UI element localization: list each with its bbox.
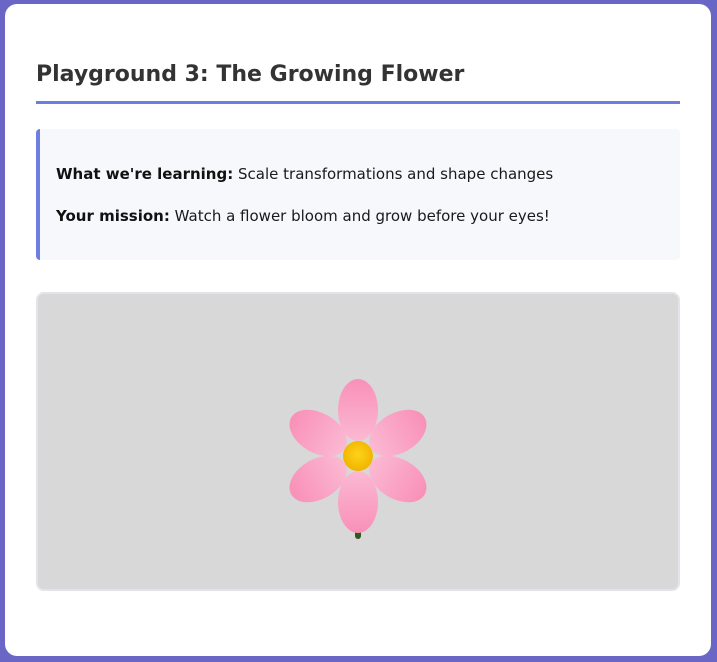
mission-text: Watch a flower bloom and grow before you… — [174, 207, 550, 225]
learning-line: What we're learning: Scale transformatio… — [56, 164, 553, 184]
info-box: What we're learning: Scale transformatio… — [36, 129, 680, 260]
learning-text: Scale transformations and shape changes — [238, 165, 554, 183]
title-underline — [36, 101, 680, 104]
flower-center — [343, 441, 373, 471]
mission-line: Your mission: Watch a flower bloom and g… — [56, 206, 550, 226]
page-title: Playground 3: The Growing Flower — [36, 62, 465, 87]
learning-label: What we're learning: — [56, 165, 234, 183]
flower — [289, 379, 427, 539]
animation-stage — [36, 292, 680, 591]
mission-label: Your mission: — [56, 207, 170, 225]
playground-card: Playground 3: The Growing Flower What we… — [5, 4, 711, 656]
